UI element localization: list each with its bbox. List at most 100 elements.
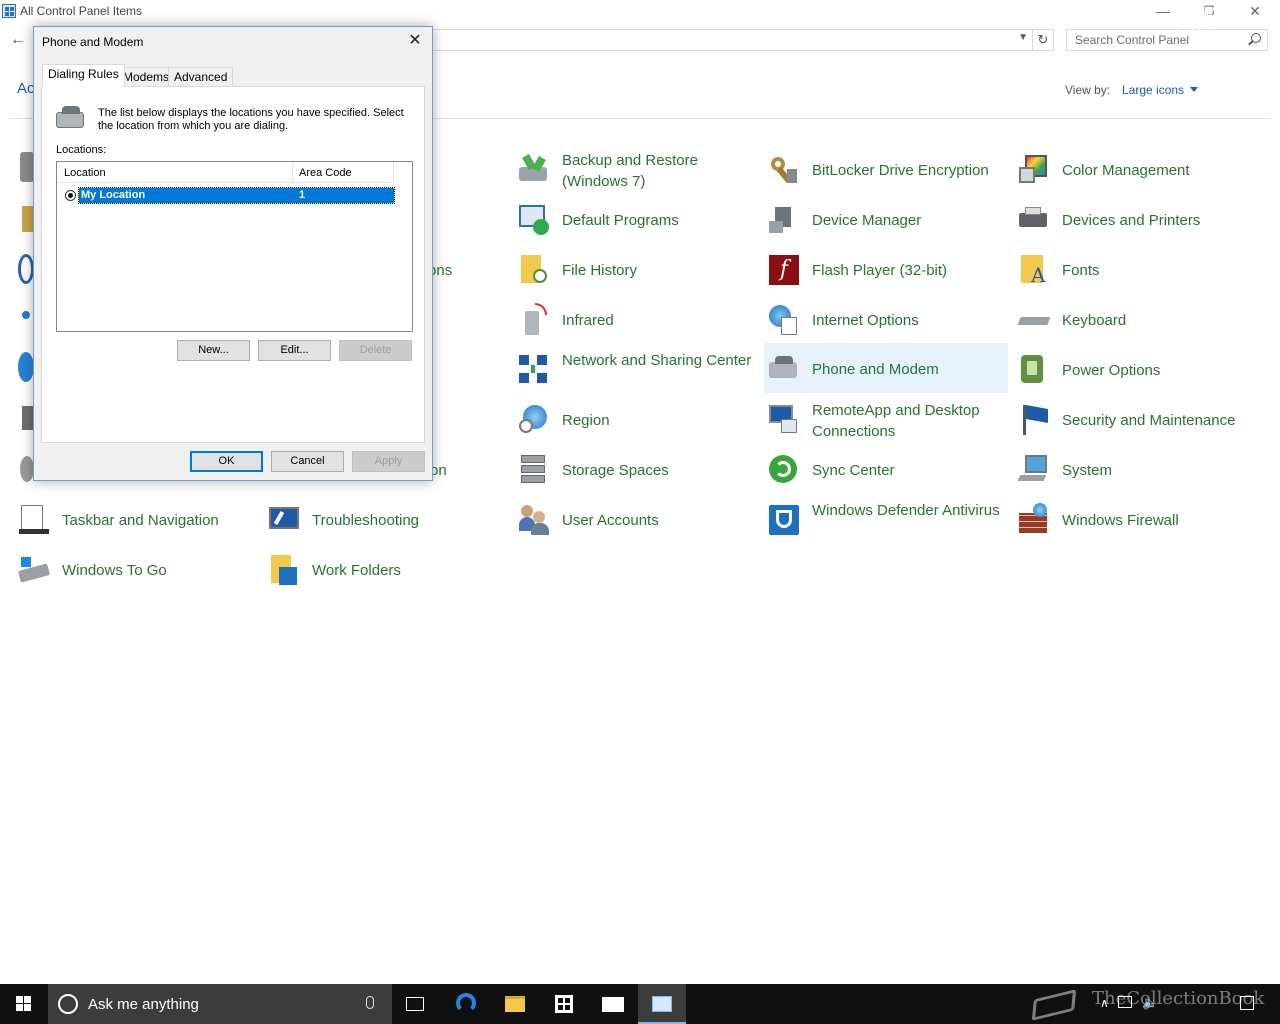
cancel-button[interactable]: Cancel (271, 451, 344, 472)
clock-time[interactable]: 9:27 AM (1172, 4, 1216, 18)
cp-item-taskbar-and-navigation[interactable]: Taskbar and Navigation (14, 496, 258, 542)
infrared-icon (517, 303, 549, 335)
cp-item-security-and-maintenance[interactable]: Security and Maintenance (1014, 396, 1258, 442)
start-button[interactable] (0, 984, 48, 1024)
cp-item-label: Network and Sharing Center (562, 352, 752, 369)
cp-item-infrared[interactable]: Infrared (514, 296, 758, 342)
cp-item-label: Troubleshooting (312, 512, 420, 529)
cp-item-backup-and-restore[interactable]: Backup and Restore (Windows 7) (514, 146, 758, 192)
cp-item-storage-spaces[interactable]: Storage Spaces (514, 446, 758, 492)
mail-icon[interactable] (589, 984, 637, 1024)
cp-item-label: Device Manager (812, 212, 922, 229)
cp-item-flash-player[interactable]: f Flash Player (32-bit) (764, 246, 1008, 292)
cp-item-windows-to-go[interactable]: Windows To Go (14, 546, 258, 592)
cp-item-windows-firewall[interactable]: Windows Firewall (1014, 496, 1258, 542)
work-folders-icon (267, 553, 299, 585)
apply-button[interactable]: Apply (352, 451, 425, 472)
watermark-text: TheCollectionBook (1092, 988, 1265, 1009)
cp-item-system[interactable]: System (1014, 446, 1258, 492)
cp-item-label: Default Programs (562, 212, 679, 229)
cp-item-network-and-sharing[interactable]: Network and Sharing Center (514, 346, 758, 392)
cp-item-label: Taskbar and Navigation (62, 512, 219, 529)
delete-button[interactable]: Delete (339, 340, 412, 361)
file-explorer-icon[interactable] (491, 984, 539, 1024)
cp-item-devices-and-printers[interactable]: Devices and Printers (1014, 196, 1258, 242)
cp-item-label: Backup and Restore (Windows 7) (562, 152, 698, 190)
intro-text: The list below displays the locations yo… (98, 107, 404, 132)
cp-item-label: RemoteApp and Desktop Connections (812, 402, 980, 440)
ok-button[interactable]: OK (190, 451, 263, 472)
cp-item-power-options[interactable]: Power Options (1014, 346, 1258, 392)
microphone-icon[interactable] (366, 996, 374, 1009)
file-history-icon (517, 253, 549, 285)
cp-item-label: Power Options (1062, 362, 1161, 379)
control-panel-taskbar-icon[interactable] (638, 984, 686, 1024)
troubleshoot-icon (267, 503, 299, 535)
cp-item-user-accounts[interactable]: User Accounts (514, 496, 758, 542)
edge-icon[interactable] (442, 984, 490, 1024)
new-button[interactable]: New... (177, 340, 250, 361)
column-header-location[interactable]: Location (57, 162, 293, 183)
task-view-button[interactable] (392, 984, 440, 1024)
cp-item-remoteapp[interactable]: RemoteApp and Desktop Connections (764, 396, 1008, 442)
refresh-button[interactable]: ↻ (1032, 29, 1054, 51)
cp-item-fonts[interactable]: A Fonts (1014, 246, 1258, 292)
cp-item-default-programs[interactable]: Default Programs (514, 196, 758, 242)
view-by-dropdown[interactable]: Large icons (1122, 83, 1198, 97)
cp-item-internet-options[interactable]: Internet Options (764, 296, 1008, 342)
book-watermark-icon (1030, 984, 1080, 1022)
storage-icon (517, 453, 549, 485)
network-icon (517, 353, 549, 385)
tab-modems[interactable]: Modems (117, 67, 176, 86)
cp-item-keyboard[interactable]: Keyboard (1014, 296, 1258, 342)
bitlocker-icon (767, 153, 799, 185)
search-placeholder: Search Control Panel (1075, 33, 1190, 47)
cp-item-label: User Accounts (562, 512, 659, 529)
cp-item-bitlocker[interactable]: BitLocker Drive Encryption (764, 146, 1008, 192)
dialog-close-button[interactable]: ✕ (404, 31, 426, 51)
cp-item-troubleshooting[interactable]: Troubleshooting (264, 496, 508, 542)
region-icon (517, 403, 549, 435)
cp-item-region[interactable]: Region (514, 396, 758, 442)
chevron-down-icon[interactable]: ▼ (1018, 32, 1028, 43)
page-heading-fragment: Ac (17, 80, 35, 97)
location-area-code: 1 (299, 189, 306, 201)
cp-item-device-manager[interactable]: Device Manager (764, 196, 1008, 242)
device-manager-icon (767, 203, 799, 235)
back-button[interactable]: ← (10, 31, 26, 49)
table-row[interactable]: My Location 1 (78, 187, 395, 204)
edit-button[interactable]: Edit... (258, 340, 331, 361)
taskbar-icon (17, 503, 49, 535)
phone-modem-icon (767, 352, 799, 384)
cp-item-label: Flash Player (32-bit) (812, 262, 948, 279)
sync-icon (767, 453, 799, 485)
color-management-icon (1017, 153, 1049, 185)
phone-and-modem-dialog: Phone and Modem ✕ Dialing Rules Modems A… (33, 26, 433, 481)
cp-item-sync-center[interactable]: Sync Center (764, 446, 1008, 492)
store-icon[interactable] (540, 984, 588, 1024)
search-input[interactable]: Search Control Panel (1066, 29, 1268, 51)
cortana-search-box[interactable]: Ask me anything (48, 984, 392, 1024)
address-field[interactable]: ▼ (430, 29, 1032, 51)
windows-logo-icon (16, 996, 32, 1012)
cp-item-windows-defender[interactable]: Windows Defender Antivirus (764, 496, 1008, 542)
system-icon (1017, 453, 1049, 485)
locations-list[interactable]: Location Area Code My Location 1 (56, 161, 413, 332)
cp-item-label: File History (562, 262, 638, 279)
hidden-item-icon (18, 352, 34, 382)
cp-item-file-history[interactable]: File History (514, 246, 758, 292)
column-header-area-code[interactable]: Area Code (293, 162, 394, 183)
tab-advanced[interactable]: Advanced (168, 67, 234, 86)
radio-selected[interactable] (65, 190, 76, 201)
clock-date[interactable]: 3/1/2017 (1171, 21, 1218, 35)
close-button[interactable]: ✕ (1232, 0, 1278, 24)
cp-item-color-management[interactable]: Color Management (1014, 146, 1258, 192)
tab-dialing-rules[interactable]: Dialing Rules (42, 64, 125, 87)
defender-icon (767, 503, 799, 535)
search-icon[interactable] (1251, 33, 1261, 43)
cp-item-work-folders[interactable]: Work Folders (264, 546, 508, 592)
cp-item-label: Sync Center (812, 462, 895, 479)
cp-item-label: Windows To Go (62, 562, 167, 579)
cp-item-phone-and-modem[interactable]: Phone and Modem (764, 343, 1008, 393)
phone-modem-icon (56, 104, 86, 130)
